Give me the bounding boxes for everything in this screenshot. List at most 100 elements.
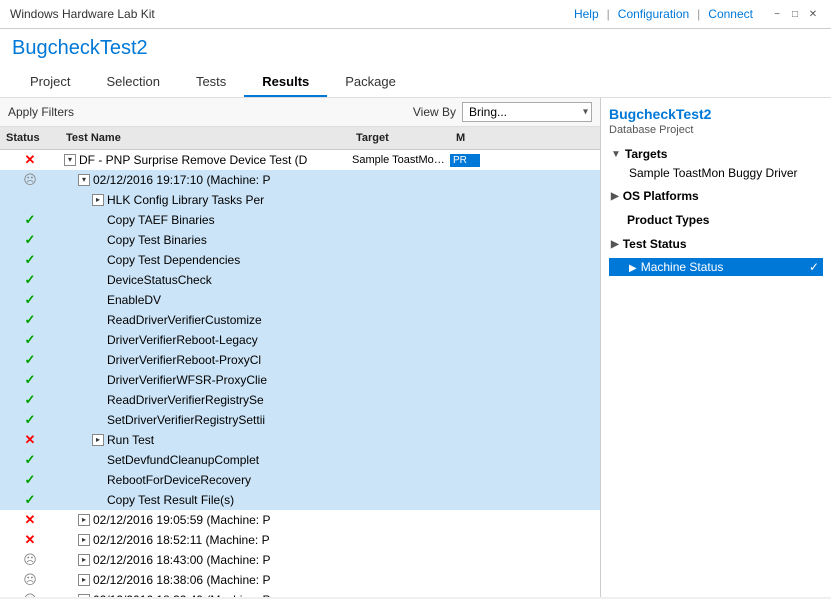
table-row[interactable]: ✓ReadDriverVerifierRegistrySe xyxy=(0,390,600,410)
test-status-label: Test Status xyxy=(623,237,687,251)
target-cell xyxy=(350,319,450,321)
m-cell xyxy=(450,299,480,301)
status-check-icon: ✓ xyxy=(25,372,36,388)
status-cell: ✓ xyxy=(0,251,60,269)
expand-button[interactable]: ▸ xyxy=(78,534,90,546)
table-row[interactable]: ✓Copy Test Result File(s) xyxy=(0,490,600,510)
table-row[interactable]: ✓DeviceStatusCheck xyxy=(0,270,600,290)
status-cell: ✕ xyxy=(0,511,60,529)
table-row[interactable]: ✓ RebootForDeviceRecovery xyxy=(0,470,600,490)
table-row[interactable]: ✓EnableDV xyxy=(0,290,600,310)
minimize-button[interactable]: − xyxy=(769,6,785,22)
tab-tests[interactable]: Tests xyxy=(178,68,244,97)
target-cell xyxy=(350,499,450,501)
m-cell xyxy=(450,579,480,581)
status-cell: ☹ xyxy=(0,171,60,189)
app-title: BugcheckTest2 xyxy=(12,33,819,64)
expand-button[interactable]: ▸ xyxy=(92,434,104,446)
table-row[interactable]: ▸HLK Config Library Tasks Per xyxy=(0,190,600,210)
status-check-icon: ✓ xyxy=(25,352,36,368)
row-name-label: DriverVerifierWFSR-ProxyClie xyxy=(107,373,267,387)
status-cell: ✓ xyxy=(0,471,60,489)
status-smile-icon: ☹ xyxy=(23,592,37,597)
table-row[interactable]: ☹▸02/12/2016 18:38:06 (Machine: P xyxy=(0,570,600,590)
right-section-header-os-platforms[interactable]: ▶ OS Platforms xyxy=(609,186,823,206)
row-name-label: Copy Test Dependencies xyxy=(107,253,240,267)
expand-button[interactable]: ▸ xyxy=(78,554,90,566)
status-check-icon: ✓ xyxy=(25,412,36,428)
tab-selection[interactable]: Selection xyxy=(88,68,177,97)
right-section-os-platforms: ▶ OS Platforms xyxy=(609,186,823,206)
status-check-icon: ✓ xyxy=(25,452,36,468)
right-section-header-product-types[interactable]: Product Types xyxy=(609,210,823,230)
status-cell: ✓ xyxy=(0,391,60,409)
restore-button[interactable]: □ xyxy=(787,6,803,22)
m-cell xyxy=(450,379,480,381)
right-item-sample-toastmon[interactable]: Sample ToastMon Buggy Driver xyxy=(609,164,823,182)
target-cell xyxy=(350,359,450,361)
table-row[interactable]: ✓DriverVerifierReboot-Legacy xyxy=(0,330,600,350)
tab-package[interactable]: Package xyxy=(327,68,414,97)
view-by-select[interactable]: Bring...AllFailedPassed xyxy=(462,102,592,122)
table-row[interactable]: ✓Copy TAEF Binaries xyxy=(0,210,600,230)
right-subtitle: Database Project xyxy=(609,124,823,136)
table-row[interactable]: ✓SetDevfundCleanupComplet xyxy=(0,450,600,470)
target-cell xyxy=(350,339,450,341)
expand-button[interactable]: ▾ xyxy=(78,174,90,186)
table-row[interactable]: ✓ DriverVerifierReboot-ProxyCl xyxy=(0,350,600,370)
m-cell xyxy=(450,179,480,181)
right-section-header-test-status[interactable]: ▶Test Status xyxy=(609,234,823,254)
name-cell: ▸02/12/2016 18:38:06 (Machine: P xyxy=(60,572,350,588)
target-cell xyxy=(350,559,450,561)
expand-button[interactable]: ▸ xyxy=(78,514,90,526)
os-platforms-label: OS Platforms xyxy=(623,189,699,203)
status-smile-icon: ☹ xyxy=(23,172,37,188)
name-cell: SetDriverVerifierRegistrySettii xyxy=(60,412,350,428)
expand-button[interactable]: ▾ xyxy=(64,154,76,166)
table-row[interactable]: ✓Copy Test Binaries xyxy=(0,230,600,250)
table-row[interactable]: ☹ ▸02/12/2016 18:32:49 (Machine: P xyxy=(0,590,600,597)
table-row[interactable]: ✕ ▸02/12/2016 18:52:11 (Machine: P xyxy=(0,530,600,550)
row-name-label: SetDriverVerifierRegistrySettii xyxy=(107,413,265,427)
right-item-machine-status[interactable]: ▶Machine Status✓ xyxy=(609,258,823,276)
tab-project[interactable]: Project xyxy=(12,68,88,97)
configuration-link[interactable]: Configuration xyxy=(618,7,689,21)
row-name-label: 02/12/2016 18:52:11 (Machine: P xyxy=(93,533,270,547)
table-row[interactable]: ✓ DriverVerifierWFSR-ProxyClie xyxy=(0,370,600,390)
target-cell: Sample ToastMon Buggy Dr xyxy=(350,153,450,167)
tab-results[interactable]: Results xyxy=(244,68,327,97)
row-name-label: Copy Test Result File(s) xyxy=(107,493,234,507)
expand-button[interactable]: ▸ xyxy=(78,574,90,586)
status-x-icon: ✕ xyxy=(25,532,36,548)
row-name-label: DriverVerifierReboot-Legacy xyxy=(107,333,258,347)
tree-area[interactable]: ✕▾DF - PNP Surprise Remove Device Test (… xyxy=(0,150,600,597)
table-row[interactable]: ✕▸Run Test xyxy=(0,430,600,450)
right-section-header-targets[interactable]: ▼Targets xyxy=(609,144,823,164)
name-cell: ReadDriverVerifierCustomize xyxy=(60,312,350,328)
connect-link[interactable]: Connect xyxy=(708,7,753,21)
expand-button[interactable]: ▸ xyxy=(78,594,90,597)
table-row[interactable]: ✕▸02/12/2016 19:05:59 (Machine: P xyxy=(0,510,600,530)
m-cell xyxy=(450,359,480,361)
help-link[interactable]: Help xyxy=(574,7,599,21)
status-cell: ✓ xyxy=(0,291,60,309)
name-cell: DriverVerifierReboot-ProxyCl xyxy=(60,352,350,368)
table-row[interactable]: ✕▾DF - PNP Surprise Remove Device Test (… xyxy=(0,150,600,170)
table-row[interactable]: ☹▾02/12/2016 19:17:10 (Machine: P xyxy=(0,170,600,190)
row-name-label: RebootForDeviceRecovery xyxy=(107,473,251,487)
name-cell: RebootForDeviceRecovery xyxy=(60,472,350,488)
row-name-label: 02/12/2016 18:32:49 (Machine: P xyxy=(93,593,270,597)
expand-os-platforms-icon: ▶ xyxy=(611,191,619,202)
apply-filters-label: Apply Filters xyxy=(8,105,74,119)
table-row[interactable]: ✓ Copy Test Dependencies xyxy=(0,250,600,270)
m-cell xyxy=(450,319,480,321)
targets-label: Targets xyxy=(625,147,667,161)
name-cell: ▸02/12/2016 18:32:49 (Machine: P xyxy=(60,592,350,597)
expand-button[interactable]: ▸ xyxy=(92,194,104,206)
status-cell: ✓ xyxy=(0,371,60,389)
table-row[interactable]: ✓ SetDriverVerifierRegistrySettii xyxy=(0,410,600,430)
table-row[interactable]: ☹▸02/12/2016 18:43:00 (Machine: P xyxy=(0,550,600,570)
status-x-icon: ✕ xyxy=(25,152,36,168)
table-row[interactable]: ✓ReadDriverVerifierCustomize xyxy=(0,310,600,330)
close-button[interactable]: ✕ xyxy=(805,6,821,22)
